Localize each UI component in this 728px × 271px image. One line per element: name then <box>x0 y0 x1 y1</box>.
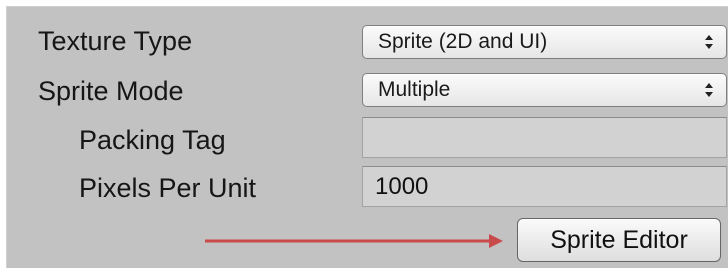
texture-type-dropdown[interactable]: Sprite (2D and UI) <box>362 25 727 59</box>
pixels-per-unit-value: 1000 <box>375 173 429 200</box>
pixels-per-unit-field[interactable]: 1000 <box>362 166 727 207</box>
sprite-mode-dropdown[interactable]: Multiple <box>362 73 727 107</box>
pixels-per-unit-label: Pixels Per Unit <box>79 173 257 203</box>
packing-tag-field[interactable] <box>362 117 727 158</box>
sprite-mode-label: Sprite Mode <box>38 76 184 106</box>
texture-type-label: Texture Type <box>38 26 193 56</box>
sprite-editor-button[interactable]: Sprite Editor <box>517 218 721 262</box>
updown-icon <box>705 35 713 49</box>
sprite-editor-button-label: Sprite Editor <box>550 226 688 254</box>
packing-tag-label: Packing Tag <box>79 125 226 155</box>
arrow-right-icon <box>205 234 503 248</box>
texture-type-value: Sprite (2D and UI) <box>378 30 548 53</box>
updown-icon <box>705 83 713 97</box>
sprite-mode-value: Multiple <box>378 78 451 101</box>
